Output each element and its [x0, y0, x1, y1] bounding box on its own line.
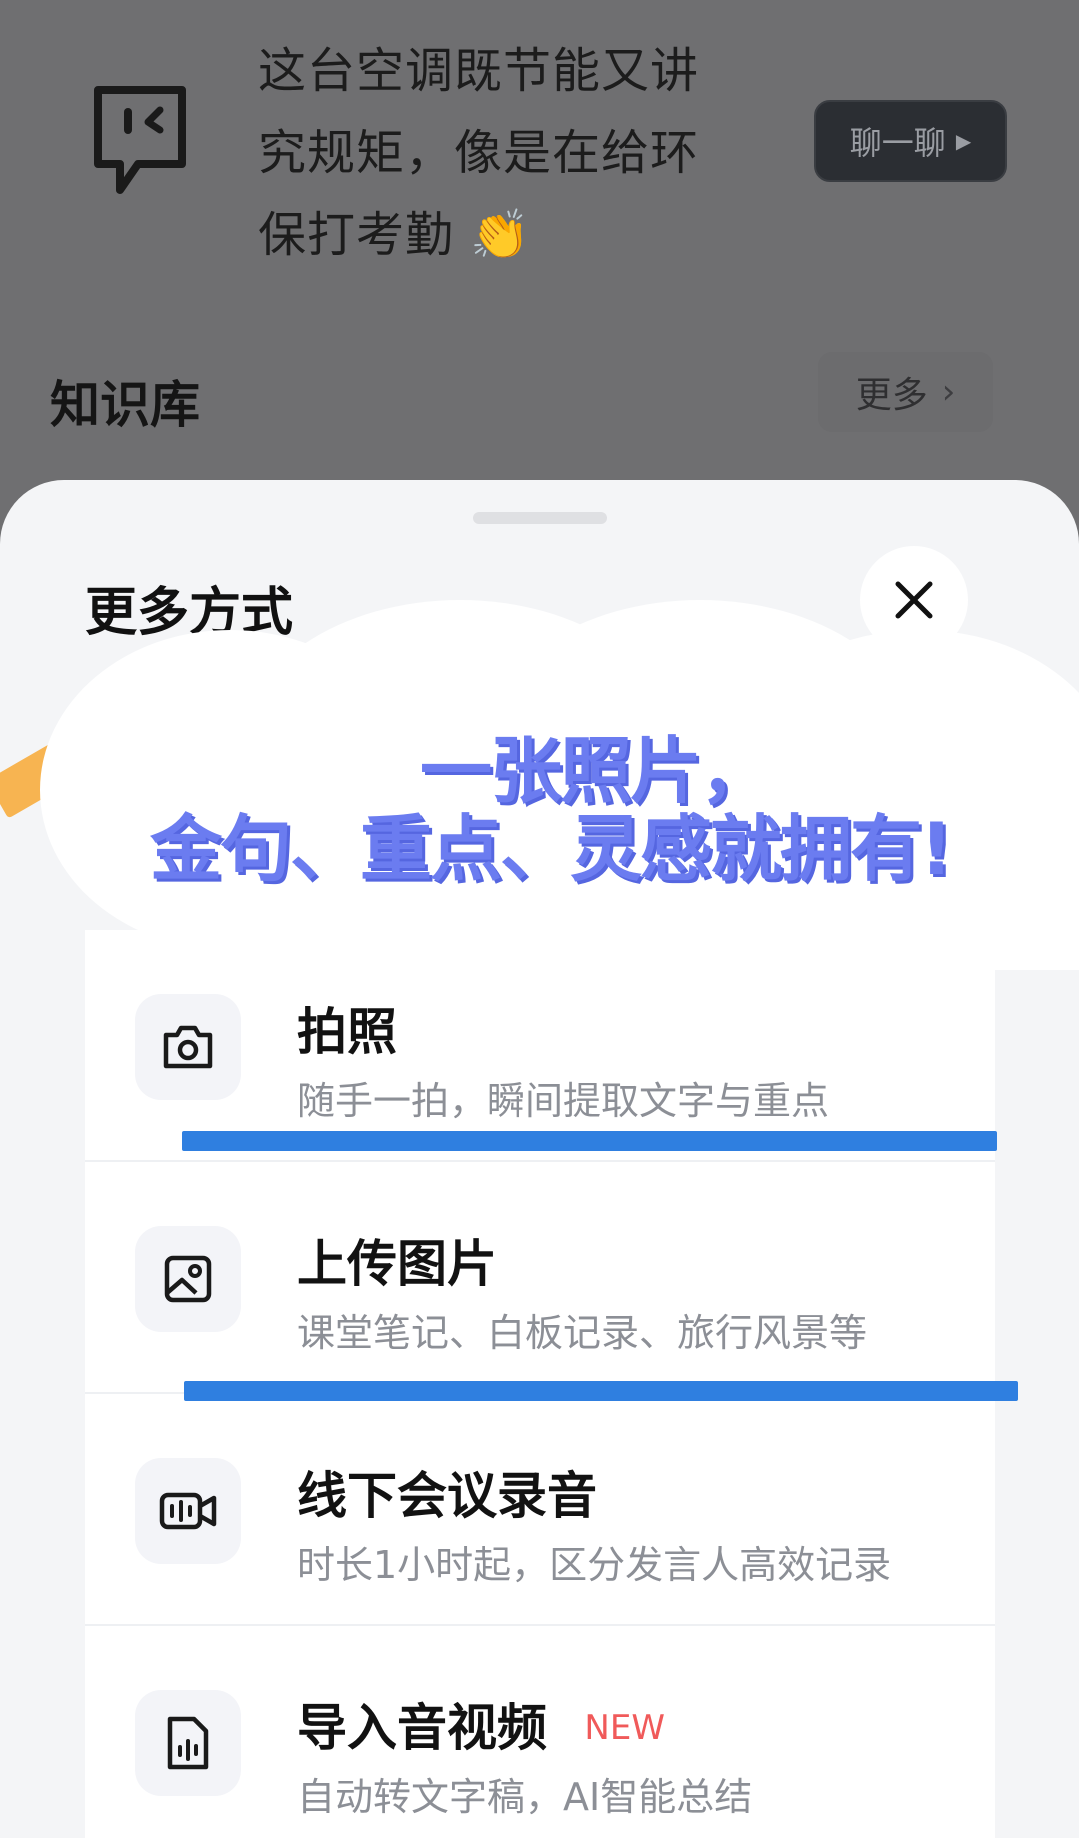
option-upload-image[interactable]: 上传图片 课堂笔记、白板记录、旅行风景等 [85, 1162, 995, 1394]
audio-file-icon-tile [135, 1690, 241, 1796]
camera-icon [163, 1025, 213, 1069]
image-icon [164, 1255, 212, 1303]
option-subtitle: 课堂笔记、白板记录、旅行风景等 [297, 1311, 868, 1355]
more-label: 更多 [855, 375, 928, 416]
option-subtitle: 随手一拍，瞬间提取文字与重点 [297, 1079, 830, 1123]
option-offline-meeting-record[interactable]: 线下会议录音 时长1小时起，区分发言人高效记录 [85, 1394, 995, 1626]
option-title: 拍照 [297, 1003, 397, 1061]
more-button[interactable]: 更多 › [818, 352, 993, 432]
audio-file-icon [167, 1716, 209, 1770]
record-icon-tile [135, 1458, 241, 1564]
message-line-2: 究规矩，像是在给环 [258, 125, 700, 181]
message-line-3-text: 保打考勤 [258, 207, 455, 263]
new-badge: NEW [584, 1708, 665, 1748]
option-subtitle: 自动转文字稿，AI智能总结 [297, 1775, 753, 1819]
clap-emoji: 👏 [470, 207, 532, 263]
option-title-text: 导入音视频 [297, 1699, 547, 1757]
option-subtitle: 时长1小时起，区分发言人高效记录 [297, 1543, 892, 1587]
assistant-message: 这台空调既节能又讲 究规矩，像是在给环 保打考勤 👏 [258, 30, 758, 276]
option-title: 线下会议录音 [297, 1467, 597, 1525]
chat-button-label: 聊一聊 [849, 124, 946, 162]
mascot-icon [94, 86, 186, 194]
camera-icon-tile [135, 994, 241, 1100]
image-icon-tile [135, 1226, 241, 1332]
option-take-photo[interactable]: 拍照 随手一拍，瞬间提取文字与重点 [85, 930, 995, 1162]
chat-button[interactable]: 聊一聊 ▶ [814, 100, 1007, 182]
highlight-underline [184, 1381, 1018, 1401]
option-title: 上传图片 [297, 1235, 497, 1293]
option-import-audio-video[interactable]: 导入音视频 NEW 自动转文字稿，AI智能总结 [85, 1626, 995, 1838]
drag-handle[interactable] [473, 512, 607, 524]
knowledge-base-title: 知识库 [50, 376, 200, 434]
background-page: 这台空调既节能又讲 究规矩，像是在给环 保打考勤 👏 聊一聊 ▶ 知识库 更多 … [0, 0, 1079, 520]
option-title: 导入音视频 NEW [297, 1688, 665, 1760]
highlight-underline [182, 1131, 997, 1151]
message-line-1: 这台空调既节能又讲 [258, 43, 700, 99]
chevron-right-icon: › [941, 372, 956, 412]
record-icon [159, 1492, 217, 1530]
message-line-3: 保打考勤 👏 [258, 194, 758, 276]
overlay-caption-line-2: 金句、重点、灵感就拥有! [150, 807, 953, 891]
play-arrow-icon: ▶ [955, 129, 972, 153]
